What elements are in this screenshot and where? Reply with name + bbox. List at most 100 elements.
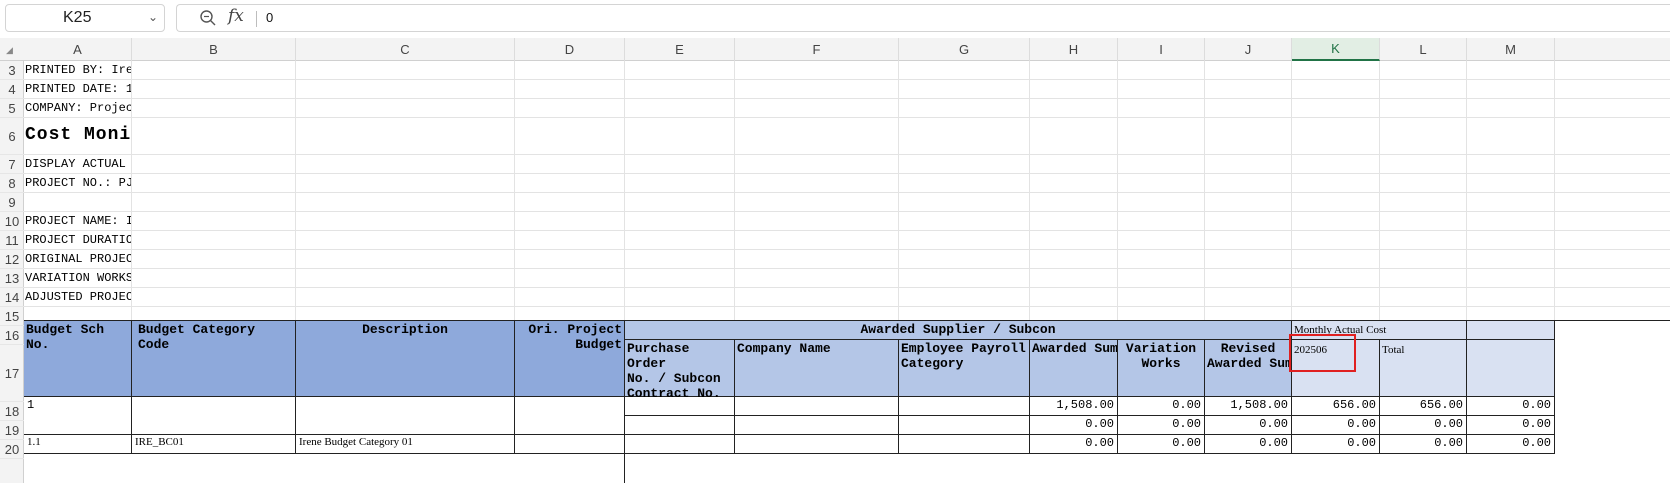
row-header-5[interactable]: 5 — [0, 99, 24, 118]
column-header-f[interactable]: F — [735, 38, 899, 61]
cell-d18[interactable] — [515, 397, 625, 434]
header-total[interactable]: Total — [1380, 340, 1467, 397]
cell-a6-title[interactable]: Cost Monitor — [25, 125, 131, 145]
row-header-9[interactable]: 9 — [0, 193, 24, 212]
row-header-10[interactable]: 10 — [0, 212, 24, 231]
column-header-m[interactable]: M — [1467, 38, 1555, 61]
cell-i18[interactable]: 0.00 — [1118, 397, 1205, 416]
cell-a8[interactable]: PROJECT NO.: PJO2 — [25, 176, 131, 190]
gridline — [24, 287, 1670, 288]
column-header-e[interactable]: E — [625, 38, 735, 61]
cell-e19[interactable] — [625, 416, 735, 435]
column-header-d[interactable]: D — [515, 38, 625, 61]
cell-a3[interactable]: PRINTED BY: Irene — [25, 63, 131, 77]
cell-a20[interactable]: 1.1 — [24, 435, 132, 454]
cell-l19[interactable]: 0.00 — [1380, 416, 1467, 435]
column-header-j[interactable]: J — [1205, 38, 1292, 61]
row-header-19[interactable]: 19 — [0, 421, 24, 440]
column-header-k[interactable]: K — [1292, 38, 1380, 61]
header-m17[interactable] — [1467, 340, 1555, 397]
row-header-6[interactable]: 6 — [0, 118, 24, 155]
formula-value[interactable]: 0 — [266, 10, 273, 25]
cell-j18[interactable]: 1,508.00 — [1205, 397, 1292, 416]
cell-a10[interactable]: PROJECT NAME: I: — [25, 214, 131, 228]
header-budget-sch-no[interactable]: Budget Sch No. — [24, 321, 132, 397]
row-header-12[interactable]: 12 — [0, 250, 24, 269]
column-header-i[interactable]: I — [1118, 38, 1205, 61]
cell-h18[interactable]: 1,508.00 — [1030, 397, 1118, 416]
function-icon[interactable]: fx — [228, 6, 244, 26]
cell-i19[interactable]: 0.00 — [1118, 416, 1205, 435]
cell-g19[interactable] — [899, 416, 1030, 435]
cell-a13[interactable]: VARIATION WORKS: — [25, 271, 131, 285]
header-company-name[interactable]: Company Name — [735, 340, 899, 397]
row-header-15[interactable]: 15 — [0, 307, 24, 326]
cell-f19[interactable] — [735, 416, 899, 435]
cell-m18[interactable]: 0.00 — [1467, 397, 1555, 416]
cell-j19[interactable]: 0.00 — [1205, 416, 1292, 435]
row-header-8[interactable]: 8 — [0, 174, 24, 193]
header-budget-category-code[interactable]: Budget Category Code — [132, 321, 296, 397]
cell-k18[interactable]: 656.00 — [1292, 397, 1380, 416]
row-header-13[interactable]: 13 — [0, 269, 24, 288]
row-header-20[interactable]: 20 — [0, 440, 24, 459]
row-header-17[interactable]: 17 — [0, 345, 24, 402]
row-header-3[interactable]: 3 — [0, 61, 24, 80]
cell-e18[interactable] — [625, 397, 735, 416]
row-header-7[interactable]: 7 — [0, 155, 24, 174]
row-header-4[interactable]: 4 — [0, 80, 24, 99]
cell-i20[interactable]: 0.00 — [1118, 435, 1205, 454]
select-all-corner[interactable]: ◢ — [6, 45, 13, 56]
row-header-18[interactable]: 18 — [0, 402, 24, 421]
column-header-l[interactable]: L — [1380, 38, 1467, 61]
column-header-h[interactable]: H — [1030, 38, 1118, 61]
cell-h19[interactable]: 0.00 — [1030, 416, 1118, 435]
cell-m19[interactable]: 0.00 — [1467, 416, 1555, 435]
cell-a7[interactable]: DISPLAY ACTUAL MO — [25, 157, 131, 171]
formula-input[interactable] — [176, 4, 1670, 32]
header-m16[interactable] — [1467, 321, 1555, 340]
chevron-down-icon[interactable]: ⌄ — [148, 10, 158, 24]
cell-a11[interactable]: PROJECT DURATION — [25, 233, 131, 247]
cell-k19[interactable]: 0.00 — [1292, 416, 1380, 435]
header-awarded-sum[interactable]: Awarded Sum — [1030, 340, 1118, 397]
column-header-b[interactable]: B — [132, 38, 296, 61]
cell-k20[interactable]: 0.00 — [1292, 435, 1380, 454]
cell-b20[interactable]: IRE_BC01 — [132, 435, 296, 454]
cell-f18[interactable] — [735, 397, 899, 416]
header-awarded-supplier[interactable]: Awarded Supplier / Subcon — [625, 321, 1292, 340]
cell-l20[interactable]: 0.00 — [1380, 435, 1467, 454]
cell-f20[interactable] — [735, 435, 899, 454]
cell-l18[interactable]: 656.00 — [1380, 397, 1467, 416]
column-header-g[interactable]: G — [899, 38, 1030, 61]
cell-c18[interactable] — [296, 397, 515, 434]
cell-g20[interactable] — [899, 435, 1030, 454]
column-header-a[interactable]: A — [24, 38, 132, 61]
row-header-16[interactable]: 16 — [0, 326, 24, 345]
column-header-c[interactable]: C — [296, 38, 515, 61]
cell-g18[interactable] — [899, 397, 1030, 416]
zoom-icon[interactable] — [199, 9, 217, 27]
cell-d20[interactable] — [515, 435, 625, 454]
cell-a14[interactable]: ADJUSTED PROJECT — [25, 290, 131, 304]
cell-a5[interactable]: COMPANY: Project — [25, 101, 131, 115]
header-po-no[interactable]: Purchase Order No. / Subcon Contract No. — [625, 340, 735, 401]
header-description[interactable]: Description — [296, 321, 515, 397]
header-variation-works[interactable]: Variation Works — [1118, 340, 1205, 397]
cell-h20[interactable]: 0.00 — [1030, 435, 1118, 454]
header-ori-project-budget-line2: Budget — [575, 337, 622, 352]
header-employee-payroll[interactable]: Employee Payroll Category — [899, 340, 1030, 397]
cell-a12[interactable]: ORIGINAL PROJECT — [25, 252, 131, 266]
cell-a18[interactable]: 1 — [24, 397, 132, 434]
row-header-11[interactable]: 11 — [0, 231, 24, 250]
cell-j20[interactable]: 0.00 — [1205, 435, 1292, 454]
cell-m20[interactable]: 0.00 — [1467, 435, 1555, 454]
header-ori-project-budget[interactable]: Ori. Project Budget — [515, 321, 625, 397]
cell-e20[interactable] — [625, 435, 735, 454]
cell-c20[interactable]: Irene Budget Category 01 — [296, 435, 515, 454]
cell-a4[interactable]: PRINTED DATE: 10 — [25, 82, 131, 96]
name-box[interactable]: K25 — [5, 4, 165, 32]
header-revised-awarded-sum[interactable]: Revised Awarded Sum — [1205, 340, 1292, 397]
cell-b18[interactable] — [132, 397, 296, 434]
row-header-14[interactable]: 14 — [0, 288, 24, 307]
